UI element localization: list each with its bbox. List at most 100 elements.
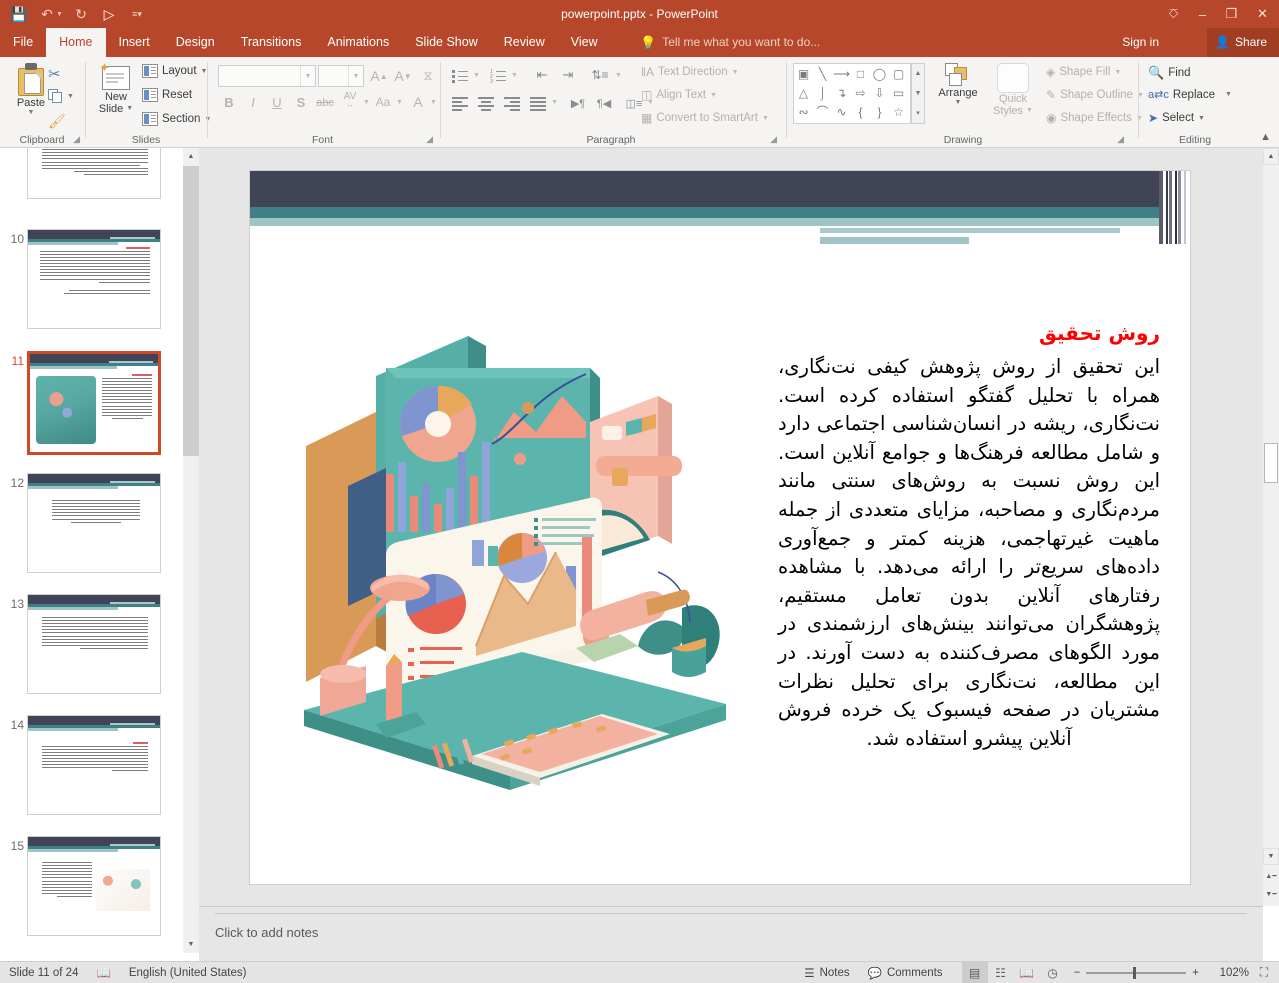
change-case-button[interactable]: Aa <box>372 92 394 112</box>
numbering-dropdown-icon[interactable]: ▼ <box>511 72 518 79</box>
convert-to-smartart-button[interactable]: ▦ Convert to SmartArt ▼ <box>641 111 769 125</box>
tab-view[interactable]: View <box>558 28 611 57</box>
new-slide-dropdown-icon[interactable]: ▼ <box>126 103 133 115</box>
tab-slide-show[interactable]: Slide Show <box>402 28 491 57</box>
zoom-in-button[interactable]: + <box>1192 967 1199 979</box>
zoom-level[interactable]: 102% <box>1207 967 1249 979</box>
paste-dropdown-icon[interactable]: ▼ <box>28 109 35 116</box>
increase-font-size-button[interactable]: A ▲ <box>368 65 390 87</box>
font-size-dropdown-icon[interactable]: ▼ <box>348 66 363 86</box>
justify-button[interactable] <box>527 93 549 113</box>
quick-styles-button[interactable]: Quick Styles ▼ <box>986 63 1040 117</box>
slide-title[interactable]: روش تحقیق <box>1039 321 1160 345</box>
slide-scroll-up-icon[interactable]: ▲ <box>1263 148 1279 165</box>
copy-button[interactable]: ▼ <box>48 89 74 103</box>
layout-button[interactable]: Layout ▼ <box>142 64 207 78</box>
tab-home[interactable]: Home <box>46 28 106 57</box>
quick-styles-dropdown-icon[interactable]: ▼ <box>1026 105 1033 117</box>
text-shadow-button[interactable]: S <box>292 92 310 112</box>
thumbnail-slide-10[interactable] <box>27 229 161 329</box>
thumbnail-slide-14[interactable] <box>27 715 161 815</box>
slide-vertical-scrollbar[interactable]: ▲ ▼ ▲━ ▼━ <box>1263 148 1279 906</box>
shapes-gallery[interactable]: ▣ ╲ ⟶ □ ◯ ▢ △ ⌡ ↴ ⇨ ⇩ ▭ ∾ ⌒ ∿ { } ☆ <box>793 63 911 124</box>
thumbnail-slide-11[interactable] <box>27 351 161 455</box>
tab-transitions[interactable]: Transitions <box>228 28 315 57</box>
reset-button[interactable]: Reset <box>142 88 192 102</box>
shape-left-brace-icon[interactable]: { <box>858 106 862 118</box>
shape-arrow-icon[interactable]: ⟶ <box>833 68 850 80</box>
underline-button[interactable]: U <box>268 92 286 112</box>
clear-formatting-icon[interactable]: ⧖ <box>418 65 438 87</box>
text-direction-dropdown-icon[interactable]: ▼ <box>732 69 739 76</box>
font-dialog-launcher[interactable]: ◢ <box>426 134 433 145</box>
character-spacing-button[interactable]: AV ↔ <box>338 91 362 111</box>
bullets-dropdown-icon[interactable]: ▼ <box>473 72 480 79</box>
decrease-indent-button[interactable]: ⇤ <box>531 65 553 85</box>
slide-scroll-handle[interactable] <box>1264 443 1278 483</box>
share-button[interactable]: 👤 Share <box>1207 28 1279 57</box>
numbering-button[interactable]: 1 2 3 <box>487 65 509 85</box>
slide-sorter-view-button[interactable]: ☷ <box>988 962 1014 983</box>
font-color-button[interactable]: A <box>408 92 428 112</box>
collapse-ribbon-icon[interactable]: ▲ <box>1260 131 1271 143</box>
align-text-button[interactable]: ◫ Align Text ▼ <box>641 88 717 102</box>
character-spacing-dropdown-icon[interactable]: ▼ <box>363 99 370 106</box>
find-button[interactable]: 🔍 Find <box>1148 65 1191 81</box>
tab-file[interactable]: File <box>0 28 46 57</box>
copy-dropdown-icon[interactable]: ▼ <box>67 93 74 100</box>
thumb-scroll-down-icon[interactable]: ▼ <box>183 936 199 953</box>
shape-outline-button[interactable]: ✎ Shape Outline ▼ <box>1046 88 1144 102</box>
shape-fill-dropdown-icon[interactable]: ▼ <box>1114 69 1121 76</box>
slide-scroll-down-icon[interactable]: ▼ <box>1263 848 1279 865</box>
shape-line-icon[interactable]: ╲ <box>819 68 826 80</box>
columns-dropdown-icon[interactable]: ▼ <box>551 99 558 106</box>
shape-rounded-rect-icon[interactable]: ▢ <box>893 68 904 80</box>
thumbnail-scrollbar[interactable]: ▲ ▼ <box>183 148 199 953</box>
shape-star-icon[interactable]: ☆ <box>893 106 904 118</box>
font-size-input[interactable]: ▼ <box>318 65 364 87</box>
shape-freeform-icon[interactable]: ∿ <box>836 106 846 118</box>
paragraph-dialog-launcher[interactable]: ◢ <box>770 134 777 145</box>
shapes-gallery-scroll[interactable]: ▲ ▼ ▾ <box>911 63 925 124</box>
notes-placeholder[interactable]: Click to add notes <box>215 925 318 940</box>
line-spacing-dropdown-icon[interactable]: ▼ <box>615 72 622 79</box>
shape-effects-button[interactable]: ◉ Shape Effects ▼ <box>1046 111 1143 125</box>
slide-thumbnail-panel[interactable]: 10 11 12 13 14 15 <box>0 148 199 953</box>
section-button[interactable]: Section ▼ <box>142 112 211 126</box>
shape-scribble-icon[interactable]: ∾ <box>798 106 808 118</box>
reading-view-button[interactable]: 📖 <box>1014 962 1040 983</box>
minimize-icon[interactable]: – <box>1188 0 1217 28</box>
align-left-button[interactable] <box>449 93 471 113</box>
thumbnail-slide-15[interactable] <box>27 836 161 936</box>
shapes-scroll-down-icon[interactable]: ▼ <box>912 84 924 104</box>
clipboard-dialog-launcher[interactable]: ◢ <box>73 134 80 145</box>
normal-view-button[interactable]: ▤ <box>961 961 988 983</box>
align-right-button[interactable] <box>501 93 523 113</box>
italic-button[interactable]: I <box>244 92 262 112</box>
change-case-dropdown-icon[interactable]: ▼ <box>396 99 403 106</box>
replace-dropdown-icon[interactable]: ▼ <box>1225 91 1232 98</box>
increase-indent-button[interactable]: ⇥ <box>557 65 579 85</box>
fit-slide-to-window-icon[interactable]: ⛶ <box>1249 962 1279 983</box>
slide-illustration[interactable] <box>290 326 740 796</box>
new-slide-button[interactable]: ✦ New Slide ▼ <box>94 60 138 115</box>
font-name-dropdown-icon[interactable]: ▼ <box>300 66 315 86</box>
bullets-button[interactable] <box>449 65 471 85</box>
tab-insert[interactable]: Insert <box>106 28 163 57</box>
shape-right-arrow-icon[interactable]: ⇨ <box>855 87 865 99</box>
align-center-button[interactable] <box>475 93 497 113</box>
shape-curve-icon[interactable]: ⌒ <box>816 106 828 118</box>
previous-slide-icon[interactable]: ▲━ <box>1263 867 1279 884</box>
thumbnail-slide-13[interactable] <box>27 594 161 694</box>
slide-counter[interactable]: Slide 11 of 24 <box>0 962 87 983</box>
drawing-dialog-launcher[interactable]: ◢ <box>1117 134 1124 145</box>
line-spacing-button[interactable]: ⇅≡ <box>589 65 611 85</box>
tab-design[interactable]: Design <box>163 28 228 57</box>
current-slide[interactable]: روش تحقیق این تحقیق از روش پژوهش کیفی نت… <box>249 170 1191 885</box>
tab-review[interactable]: Review <box>491 28 558 57</box>
zoom-slider[interactable]: − + <box>1066 966 1207 979</box>
font-color-dropdown-icon[interactable]: ▼ <box>430 99 437 106</box>
shape-right-brace-icon[interactable]: } <box>877 106 881 118</box>
comments-button[interactable]: 💬 Comments <box>859 962 952 983</box>
cut-button[interactable]: ✂ <box>48 65 61 83</box>
